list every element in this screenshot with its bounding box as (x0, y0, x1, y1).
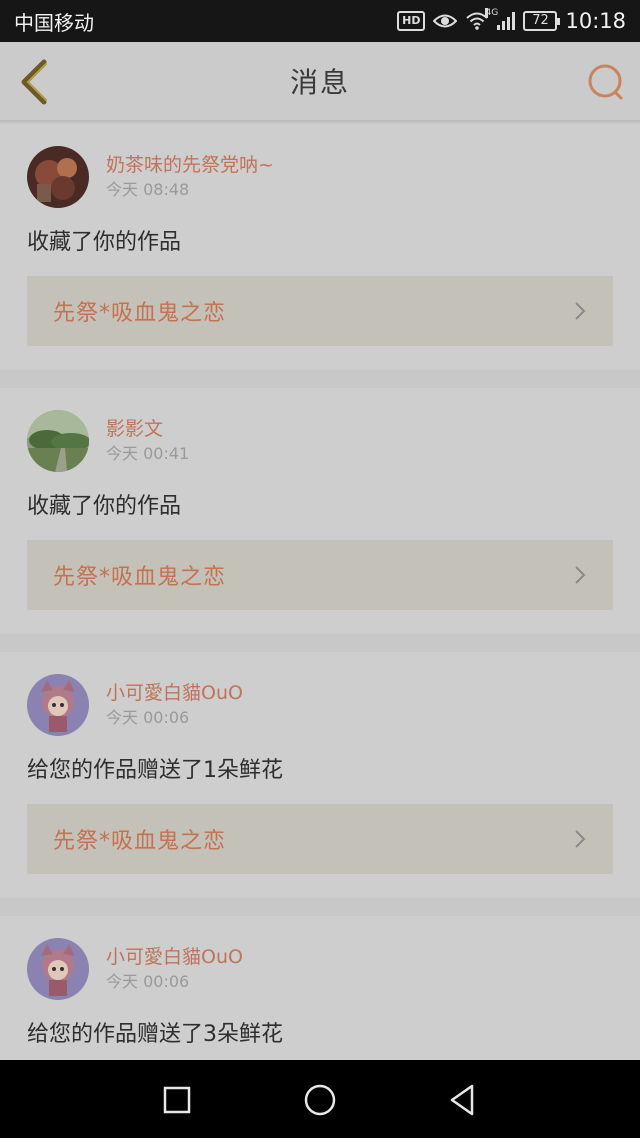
message-list[interactable]: 奶茶味的先祭党呐~ 今天 08:48 收藏了你的作品 先祭*吸血鬼之恋 影影文 (0, 124, 640, 1060)
user-meta: 奶茶味的先祭党呐~ 今天 08:48 (106, 152, 274, 202)
square-icon[interactable] (157, 1080, 197, 1120)
message-action: 收藏了你的作品 (27, 230, 182, 255)
message-user: 影影文 今天 00:41 (27, 410, 613, 472)
message-action: 收藏了你的作品 (27, 494, 182, 519)
chevron-left-icon[interactable] (16, 58, 52, 106)
triangle-back-icon[interactable] (442, 1080, 482, 1120)
timestamp: 今天 00:06 (106, 972, 190, 991)
username[interactable]: 小可愛白貓OuO (106, 944, 243, 970)
work-title: 先祭*吸血鬼之恋 (53, 301, 227, 326)
message-user: 小可愛白貓OuO 今天 00:06 (27, 938, 613, 1000)
chevron-right-icon (575, 302, 586, 320)
user-meta: 小可愛白貓OuO 今天 00:06 (106, 680, 243, 730)
username[interactable]: 奶茶味的先祭党呐~ (106, 152, 274, 178)
system-nav-bar (0, 1060, 640, 1138)
network-type-label: 4G (485, 8, 499, 18)
status-bar: 中国移动 HD 4G 72 10:18 (0, 0, 640, 42)
user-meta: 影影文 今天 00:41 (106, 416, 189, 466)
chevron-right-icon (575, 830, 586, 848)
work-title: 先祭*吸血鬼之恋 (53, 565, 227, 590)
work-link[interactable]: 先祭*吸血鬼之恋 (27, 540, 613, 610)
message-card: 小可愛白貓OuO 今天 00:06 给您的作品赠送了3朵鲜花 (0, 916, 640, 1060)
eye-icon (433, 14, 458, 28)
avatar[interactable] (27, 674, 89, 736)
work-link[interactable]: 先祭*吸血鬼之恋 (27, 276, 613, 346)
timestamp: 今天 00:41 (106, 444, 190, 463)
timestamp: 今天 08:48 (106, 180, 190, 199)
work-title: 先祭*吸血鬼之恋 (53, 829, 227, 854)
circle-icon[interactable] (300, 1080, 340, 1120)
avatar[interactable] (27, 938, 89, 1000)
hd-icon: HD (397, 11, 426, 31)
avatar[interactable] (27, 410, 89, 472)
avatar[interactable] (27, 146, 89, 208)
battery-icon: 72 (523, 11, 561, 31)
message-action: 给您的作品赠送了1朵鲜花 (27, 758, 283, 783)
username[interactable]: 影影文 (106, 416, 189, 442)
chevron-right-icon (575, 566, 586, 584)
app-header: 消息 (0, 42, 640, 122)
user-meta: 小可愛白貓OuO 今天 00:06 (106, 944, 243, 994)
message-card: 小可愛白貓OuO 今天 00:06 给您的作品赠送了1朵鲜花 先祭*吸血鬼之恋 (0, 652, 640, 898)
page-title: 消息 (289, 66, 350, 99)
status-icons: HD 4G 72 10:18 (397, 8, 626, 33)
message-user: 奶茶味的先祭党呐~ 今天 08:48 (27, 146, 613, 208)
timestamp: 今天 00:06 (106, 708, 190, 727)
search-icon[interactable] (586, 62, 626, 102)
message-action: 给您的作品赠送了3朵鲜花 (27, 1022, 283, 1047)
carrier-label: 中国移动 (14, 10, 94, 35)
username[interactable]: 小可愛白貓OuO (106, 680, 243, 706)
signal-icon: 4G (485, 8, 516, 30)
message-user: 小可愛白貓OuO 今天 00:06 (27, 674, 613, 736)
message-card: 影影文 今天 00:41 收藏了你的作品 先祭*吸血鬼之恋 (0, 388, 640, 634)
message-card: 奶茶味的先祭党呐~ 今天 08:48 收藏了你的作品 先祭*吸血鬼之恋 (0, 124, 640, 370)
clock: 10:18 (565, 9, 626, 33)
work-link[interactable]: 先祭*吸血鬼之恋 (27, 804, 613, 874)
